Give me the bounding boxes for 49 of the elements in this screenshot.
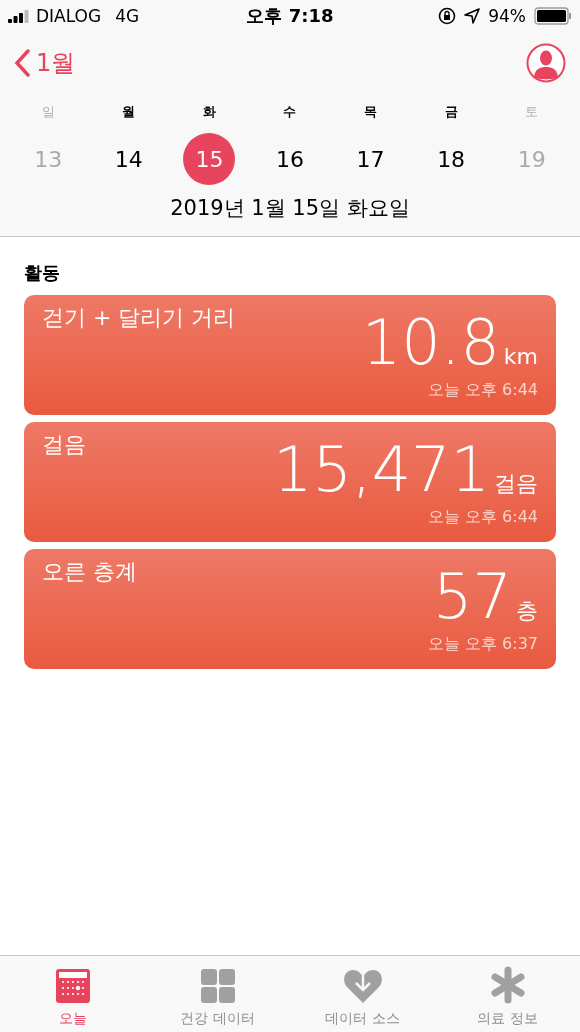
tab-item[interactable]: 데이터 소스 bbox=[290, 956, 435, 1032]
signal-icon bbox=[8, 9, 30, 23]
status-time: 오후 7:18 bbox=[246, 4, 334, 28]
day-button[interactable]: 16 bbox=[264, 133, 316, 185]
tab-item[interactable]: 의료 정보 bbox=[435, 956, 580, 1032]
day-button[interactable]: 18 bbox=[425, 133, 478, 185]
tab-item[interactable]: 건강 데이터 bbox=[145, 956, 290, 1032]
weekday-label: 월 bbox=[121, 103, 137, 121]
day-button[interactable]: 15 bbox=[183, 133, 236, 185]
update-time: 오늘 오후 6:37 bbox=[427, 634, 538, 655]
weekday-label: 금 bbox=[443, 103, 459, 121]
asterisk-icon bbox=[488, 966, 527, 1004]
card-title: 걷기 + 달리기 거리 bbox=[42, 304, 236, 332]
metric-unit: 층 bbox=[516, 597, 538, 625]
activity-card[interactable]: 오른 층계 57 층 오늘 오후 6:37 bbox=[24, 549, 556, 669]
section-title: 활동 bbox=[23, 261, 61, 285]
metric-unit: 걸음 bbox=[494, 470, 538, 498]
weekday-label: 수 bbox=[282, 103, 298, 121]
tab-item[interactable]: 오늘 bbox=[0, 956, 145, 1032]
back-button[interactable]: 1월 bbox=[14, 47, 76, 79]
weekday-label: 일 bbox=[40, 103, 56, 121]
date-label: 2019년 1월 15일 화요일 bbox=[169, 195, 411, 222]
activity-card[interactable]: 걷기 + 달리기 거리 10.8 km 오늘 오후 6:44 bbox=[24, 295, 556, 415]
activity-card[interactable]: 걸음 15,471 걸음 오늘 오후 6:44 bbox=[24, 422, 556, 542]
weekday-label: 목 bbox=[363, 103, 379, 121]
calendar-icon bbox=[54, 968, 91, 1004]
metric-value: 57 bbox=[433, 566, 512, 628]
card-title: 걸음 bbox=[42, 431, 86, 459]
weekday-label: 화 bbox=[201, 103, 217, 121]
rotation-lock-icon bbox=[438, 7, 457, 25]
location-arrow-icon bbox=[464, 8, 481, 24]
day-button[interactable]: 19 bbox=[505, 133, 558, 185]
metric-value: 15,471 bbox=[273, 439, 490, 501]
update-time: 오늘 오후 6:44 bbox=[427, 507, 538, 528]
carrier-name: DIALOG bbox=[36, 6, 102, 26]
network-type: 4G bbox=[115, 6, 140, 26]
day-button[interactable]: 13 bbox=[22, 133, 75, 185]
card-title: 오른 층계 bbox=[42, 558, 137, 586]
chevron-left-icon bbox=[14, 49, 30, 77]
day-button[interactable]: 14 bbox=[102, 133, 155, 185]
update-time: 오늘 오후 6:44 bbox=[427, 380, 538, 401]
battery-icon bbox=[534, 7, 572, 25]
metric-unit: km bbox=[503, 344, 538, 369]
grid-icon bbox=[199, 968, 236, 1004]
weekday-label: 토 bbox=[524, 103, 540, 121]
battery-percent: 94% bbox=[488, 6, 526, 26]
metric-value: 10.8 bbox=[361, 312, 500, 374]
day-button[interactable]: 17 bbox=[344, 133, 397, 185]
profile-avatar-icon[interactable] bbox=[526, 43, 566, 83]
